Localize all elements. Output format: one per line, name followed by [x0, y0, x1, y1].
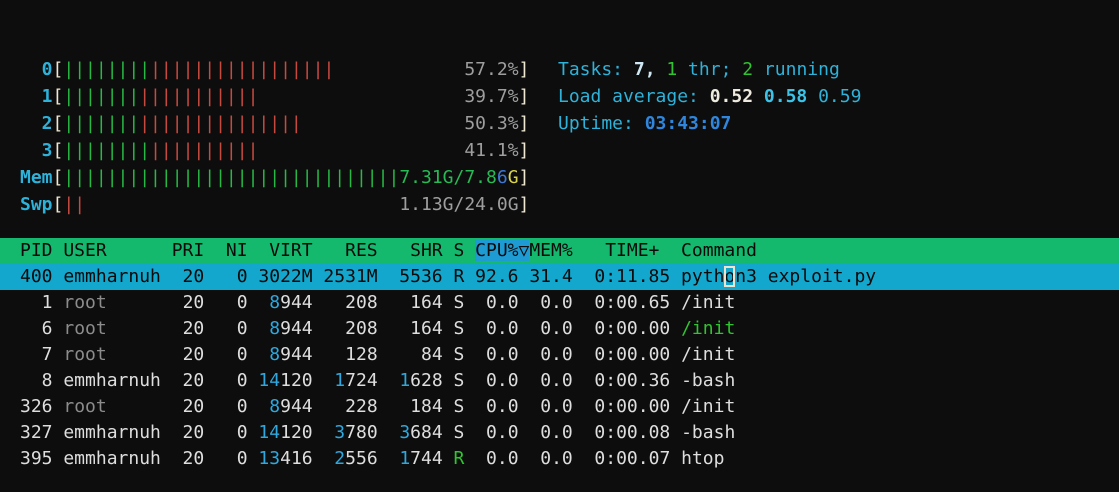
- meter-value: 57.2%: [464, 59, 519, 80]
- summary-panel: Tasks: 7, 1 thr; 2 running Load average: …: [558, 56, 861, 137]
- mem-meter: Mem[|||||||||||||||||||||||||||||||7.31G…: [20, 164, 1119, 191]
- uptime: Uptime: 03:43:07: [558, 113, 732, 134]
- meter-label: 3: [20, 140, 53, 161]
- meter-close-bracket: ]: [518, 140, 530, 161]
- table-body: 400 emmharnuh 20 0 3022M 2531M 5536 R 92…: [0, 264, 1119, 472]
- meter-value: 41.1%: [464, 140, 519, 161]
- meter-gap: [258, 86, 464, 107]
- process-row-400[interactable]: 400 emmharnuh 20 0 3022M 2531M 5536 R 92…: [0, 264, 1119, 290]
- meter-open-bracket: [: [52, 140, 64, 161]
- meter-bars-red: |||||||||||||||||: [150, 59, 335, 80]
- load-average: Load average: 0.52 0.58 0.59: [558, 86, 862, 107]
- meter-label: 0: [20, 59, 53, 80]
- process-row-326[interactable]: 326 root 20 0 8944 228 184 S 0.0 0.0 0:0…: [0, 394, 1119, 420]
- meter-bars-red: |||||||||||||||: [139, 113, 302, 134]
- meter-open-bracket: [: [52, 167, 64, 188]
- meter-close-bracket: ]: [518, 86, 530, 107]
- meter-value: G: [507, 167, 519, 188]
- meter-bars-red: ||||||||||: [150, 140, 259, 161]
- meter-value: 1.13G/24.0G: [399, 194, 519, 215]
- process-row-1[interactable]: 1 root 20 0 8944 208 164 S 0.0 0.0 0:00.…: [0, 290, 1119, 316]
- meter-value: 39.7%: [464, 86, 519, 107]
- process-table: PID USER PRI NI VIRT RES SHR S CPU%▽MEM%…: [0, 238, 1119, 472]
- meter-gap: [258, 140, 464, 161]
- meter-label: 1: [20, 86, 53, 107]
- meter-gap: [85, 194, 399, 215]
- meter-bars-green: ||||||||: [63, 59, 151, 80]
- process-row-8[interactable]: 8 emmharnuh 20 0 14120 1724 1628 S 0.0 0…: [0, 368, 1119, 394]
- process-row-395[interactable]: 395 emmharnuh 20 0 13416 2556 1744 R 0.0…: [0, 446, 1119, 472]
- meter-bars-green: |||||||||||||||||||||||||||||||: [63, 167, 400, 188]
- meter-open-bracket: [: [52, 113, 64, 134]
- meter-bars-green: |||||||: [63, 86, 140, 107]
- tasks-summary: Tasks: 7, 1 thr; 2 running: [558, 59, 840, 80]
- meter-value: 6: [496, 167, 508, 188]
- meter-bars-red: |||||||||||: [139, 86, 259, 107]
- meter-close-bracket: ]: [518, 59, 530, 80]
- meter-label: Mem: [20, 167, 53, 188]
- meter-value: 7.31G/7.8: [399, 167, 497, 188]
- meter-close-bracket: ]: [518, 194, 530, 215]
- process-row-7[interactable]: 7 root 20 0 8944 128 84 S 0.0 0.0 0:00.0…: [0, 342, 1119, 368]
- meter-gap: [334, 59, 464, 80]
- meter-gap: [302, 113, 465, 134]
- meter-close-bracket: ]: [518, 113, 530, 134]
- process-row-6[interactable]: 6 root 20 0 8944 208 164 S 0.0 0.0 0:00.…: [0, 316, 1119, 342]
- meter-bars-red: ||: [63, 194, 86, 215]
- meter-value: 50.3%: [464, 113, 519, 134]
- meter-label: Swp: [20, 194, 53, 215]
- cpu-meter-3: 3[|||||||||||||||||| 41.1%]: [20, 137, 1119, 164]
- htop-terminal: 0[||||||||||||||||||||||||| 57.2%] 1[|||…: [0, 0, 1119, 472]
- process-row-327[interactable]: 327 emmharnuh 20 0 14120 3780 3684 S 0.0…: [0, 420, 1119, 446]
- meter-open-bracket: [: [52, 86, 64, 107]
- meter-label: 2: [20, 113, 53, 134]
- meter-bars-green: ||||||||: [63, 140, 151, 161]
- meter-close-bracket: ]: [518, 167, 530, 188]
- meter-open-bracket: [: [52, 59, 64, 80]
- meter-bars-green: |||||||: [63, 113, 140, 134]
- swp-meter: Swp[|| 1.13G/24.0G]: [20, 191, 1119, 218]
- header-area: 0[||||||||||||||||||||||||| 57.2%] 1[|||…: [20, 56, 1119, 218]
- table-header[interactable]: PID USER PRI NI VIRT RES SHR S CPU%▽MEM%…: [0, 238, 1119, 264]
- meter-open-bracket: [: [52, 194, 64, 215]
